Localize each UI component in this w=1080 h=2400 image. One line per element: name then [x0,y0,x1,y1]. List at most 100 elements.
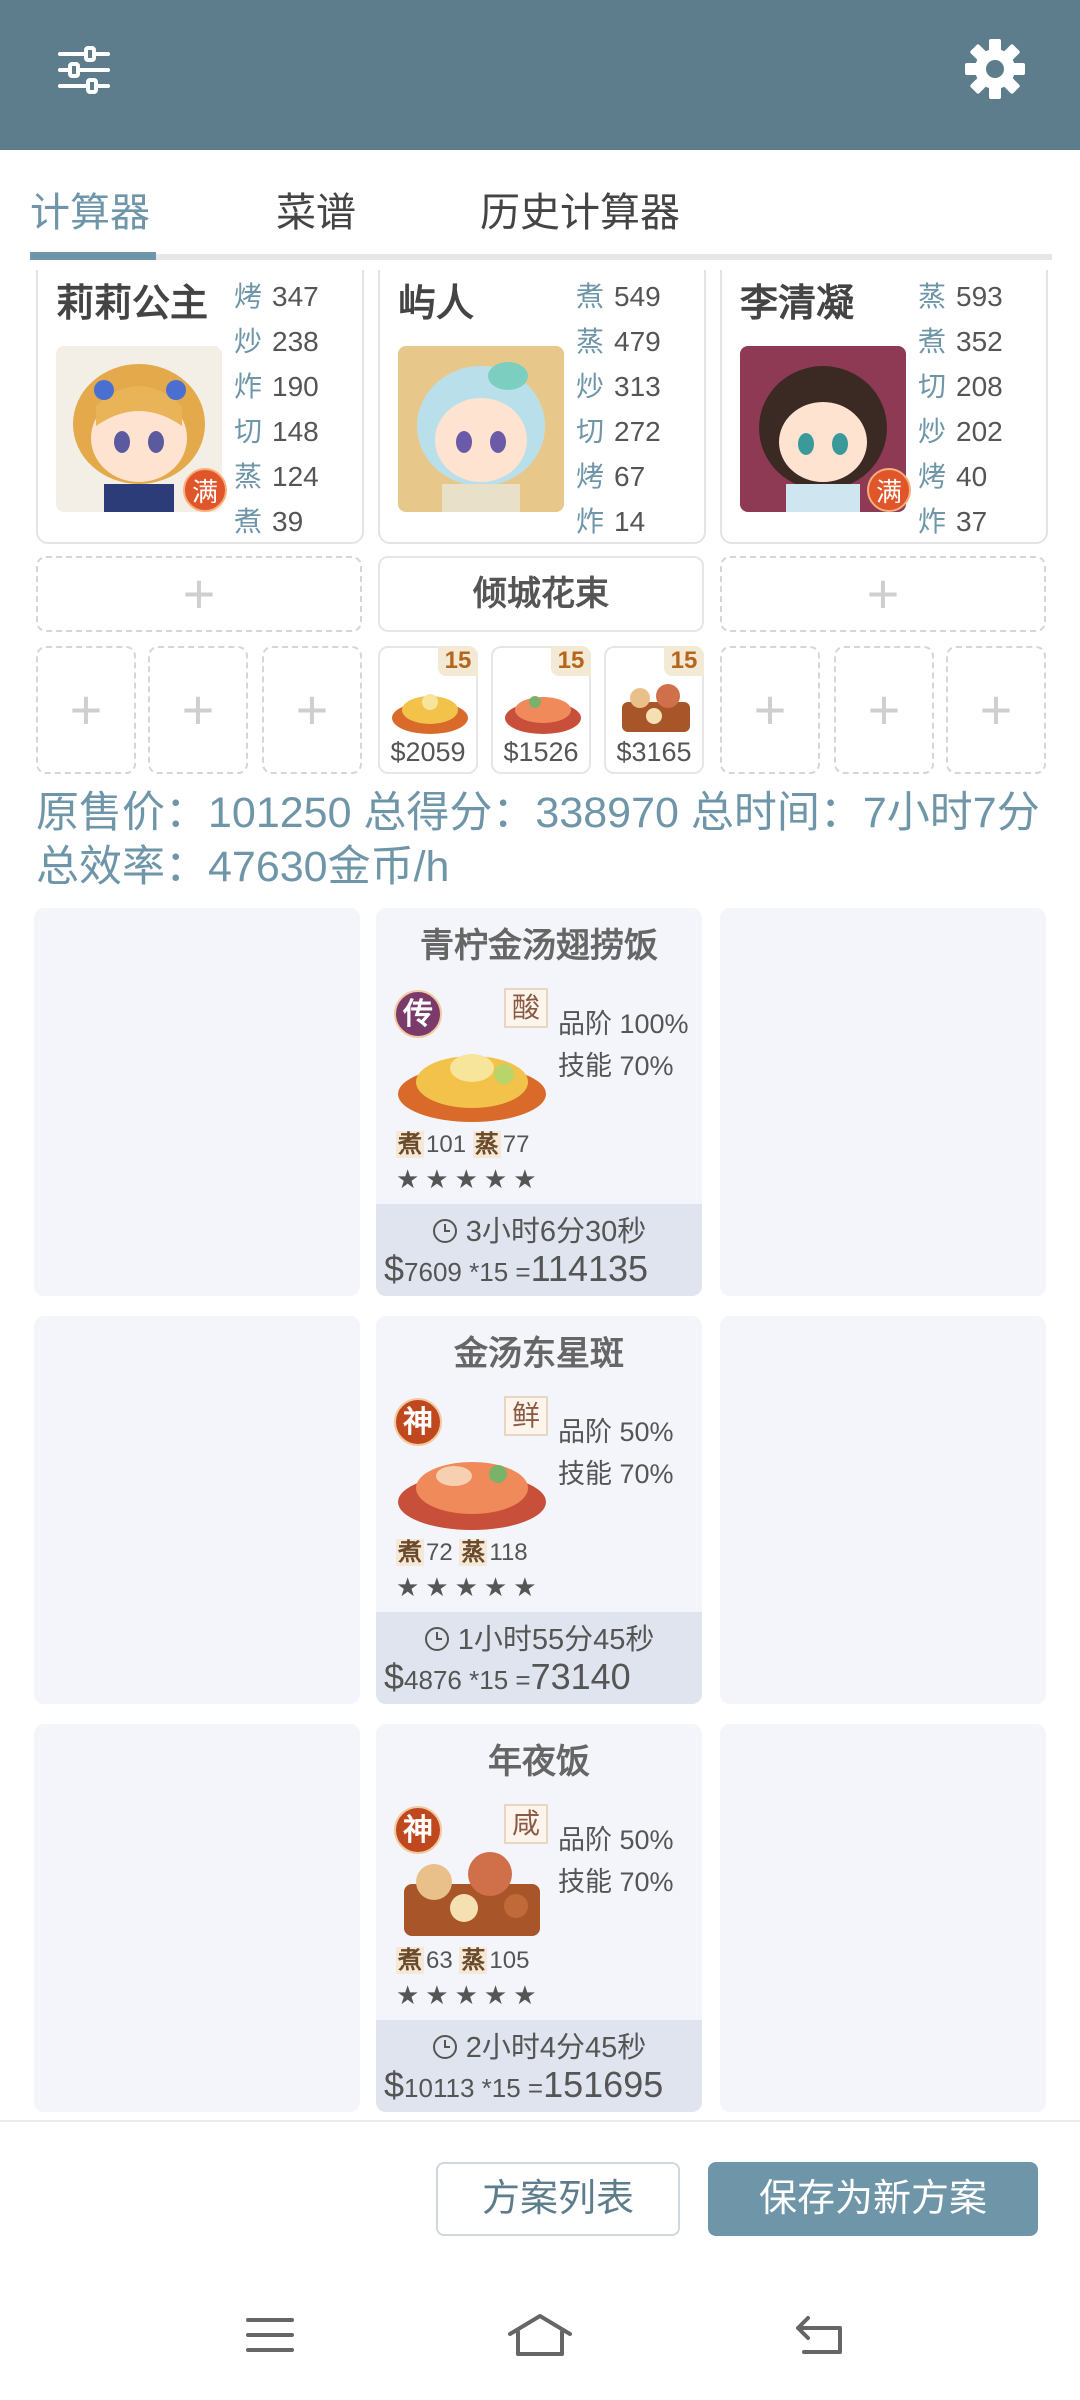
cook-time-text: 3小时6分30秒 [465,1216,647,1248]
rarity-badge: 神 [394,1398,442,1446]
empty-recipe-cell[interactable] [34,1316,360,1704]
empty-recipe-cell[interactable] [720,1316,1046,1704]
dish-thumbnail [388,672,472,740]
equipment-slot-2[interactable]: 倾城花束 [378,556,704,632]
multiplier: *15 [469,1665,509,1695]
dish-slot-1[interactable]: 15 $2059 [378,646,478,774]
skill-value: 124 [272,461,319,492]
empty-recipe-cell[interactable] [720,1724,1046,2112]
add-dish-slot[interactable]: + [720,646,820,774]
add-dish-slot[interactable]: + [148,646,248,774]
taste-tag: 咸 [504,1804,548,1844]
skill-key: 切 [918,371,947,402]
add-equipment-slot-1[interactable]: + [36,556,362,632]
recipe-title: 年夜饭 [488,1743,590,1781]
skill-rate: 技能 70% [558,1051,674,1081]
skill-value: 14 [614,506,646,537]
gear-icon[interactable] [964,38,1026,100]
sliders-icon[interactable] [54,40,114,100]
dish-price: $3165 [616,737,692,767]
tab-recipes[interactable]: 菜谱 [276,180,356,238]
plan-list-button[interactable]: 方案列表 [436,2162,680,2236]
dish-thumbnail [501,672,585,740]
req-key: 煮 [396,1947,424,1974]
chef-card-1[interactable]: 莉莉公主 满 烤 347 炒 238 炸 190 切 148 蒸 124 煮 39 [36,270,364,544]
recipe-card-1[interactable]: 青柠金汤翅捞饭 传 酸 品阶 100% 技能 70% 煮 101 蒸 77 ★★★★… [376,908,702,1296]
skill-key: 炒 [918,416,947,447]
plus-icon: + [181,678,215,741]
total-income: 73140 [530,1656,631,1697]
skill-value: 190 [272,371,319,402]
back-icon[interactable] [790,2310,850,2360]
skill-key: 炸 [918,506,947,537]
skill-rate: 技能 70% [558,1459,674,1489]
action-bar: 方案列表 保存为新方案 [0,2120,1080,2270]
dish-quantity: 15 [664,646,704,676]
plus-icon: + [182,562,216,625]
income-calculation: $7609 *15 =114135 [384,1248,694,1290]
unit-price: 10113 [404,2073,475,2103]
tab-history-calculator[interactable]: 历史计算器 [480,180,680,238]
skill-value: 148 [272,416,319,447]
chef-skills: 蒸 593 煮 352 切 208 炒 202 烤 40 炸 37 [918,274,1038,544]
add-dish-slot[interactable]: + [946,646,1046,774]
recipe-title: 青柠金汤翅捞饭 [420,927,658,965]
multiplier: *15 [469,1257,509,1287]
add-dish-slot[interactable]: + [36,646,136,774]
skill-key: 蒸 [576,326,605,357]
skill-row: 炸 14 [576,499,696,544]
skill-requirements: 煮 101 蒸 77 [396,1124,529,1159]
full-badge: 满 [183,468,227,512]
app-header [0,0,1080,150]
req-value: 72 [426,1539,453,1566]
recipe-info-bar: 1小时55分45秒 $4876 *15 =73140 [376,1612,702,1704]
summary-text: 原售价：101250 总得分：338970 总时间：7小时7分 总效率：4763… [36,789,1040,891]
recipe-card-2[interactable]: 金汤东星斑 神 鲜 品阶 50% 技能 70% 煮 72 蒸 118 ★★★★★ 1… [376,1316,702,1704]
chef-avatar [398,346,564,512]
home-icon[interactable] [504,2310,576,2360]
skill-value: 313 [614,371,661,402]
skill-key: 切 [576,416,605,447]
skill-value: 39 [272,506,304,537]
dish-slot-3[interactable]: 15 $3165 [604,646,704,774]
recipe-card-3[interactable]: 年夜饭 神 咸 品阶 50% 技能 70% 煮 63 蒸 105 ★★★★★ 2小时… [376,1724,702,2112]
skill-row: 炒 238 [234,319,354,364]
empty-recipe-cell[interactable] [34,1724,360,2112]
menu-icon[interactable] [240,2310,300,2360]
plus-icon: + [295,678,329,741]
req-value: 77 [502,1131,530,1158]
cook-time-text: 1小时55分45秒 [457,1624,655,1656]
req-key: 蒸 [459,1539,488,1566]
star-rating: ★★★★★ [396,1980,543,2010]
skill-key: 蒸 [234,461,263,492]
save-new-plan-button[interactable]: 保存为新方案 [708,2162,1038,2236]
skill-requirements: 煮 63 蒸 105 [396,1940,529,1975]
skill-value: 238 [272,326,319,357]
plus-icon: + [866,562,900,625]
add-dish-slot[interactable]: + [834,646,934,774]
empty-recipe-cell[interactable] [34,908,360,1296]
add-equipment-slot-3[interactable]: + [720,556,1046,632]
dish-slot-2[interactable]: 15 $1526 [491,646,591,774]
skill-row: 切 272 [576,409,696,454]
tab-active-indicator [30,252,156,260]
req-key: 煮 [396,1131,424,1158]
chef-name: 莉莉公主 [56,283,209,325]
skill-key: 炸 [234,371,263,402]
rarity-badge: 传 [394,990,442,1038]
skill-key: 煮 [234,506,263,537]
skill-key: 煮 [576,281,605,312]
add-dish-slot[interactable]: + [262,646,362,774]
skill-key: 烤 [576,461,605,492]
chef-card-3[interactable]: 李清凝 满 蒸 593 煮 352 切 208 炒 202 烤 40 炸 37 [720,270,1048,544]
chef-skills: 煮 549 蒸 479 炒 313 切 272 烤 67 炸 14 [576,274,696,544]
empty-recipe-cell[interactable] [720,908,1046,1296]
req-value: 63 [426,1947,453,1974]
skill-requirements: 煮 72 蒸 118 [396,1532,528,1567]
chef-card-2[interactable]: 屿人 煮 549 蒸 479 炒 313 切 272 烤 67 炸 14 [378,270,706,544]
skill-key: 烤 [918,461,947,492]
income-calculation: $4876 *15 =73140 [384,1656,694,1698]
currency-symbol: $ [384,1656,405,1697]
dish-price: $2059 [390,737,466,767]
tab-calculator[interactable]: 计算器 [30,180,150,238]
